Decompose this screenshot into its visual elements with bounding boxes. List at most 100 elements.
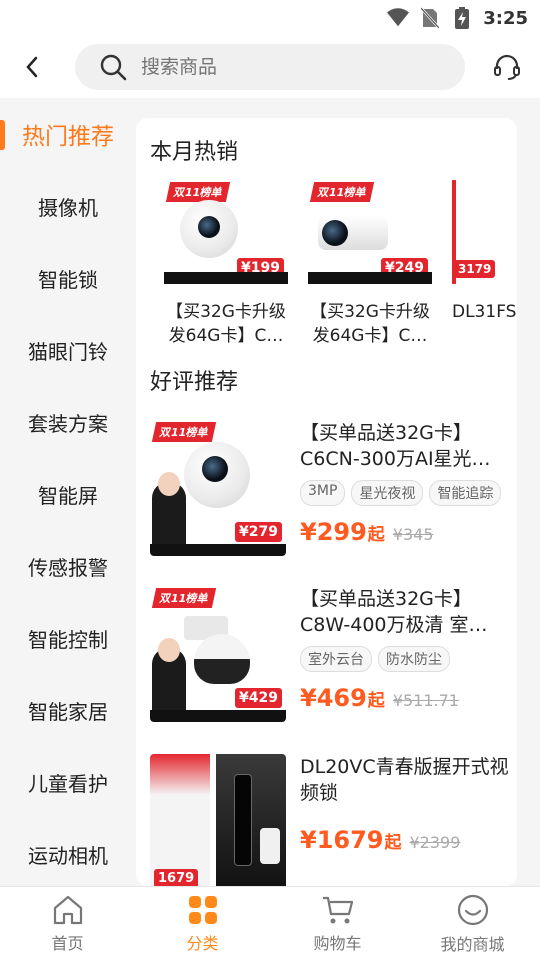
price-badge: 3179 xyxy=(454,260,496,278)
sidebar-item-camera[interactable]: 摄像机 xyxy=(0,170,136,242)
back-button[interactable] xyxy=(0,36,64,98)
nav-label: 首页 xyxy=(51,933,84,953)
sidebar-item-child-care[interactable]: 儿童看护 xyxy=(0,746,136,818)
ribbon-label: 双11榜单 xyxy=(151,588,217,608)
no-sim-icon xyxy=(419,7,441,29)
headset-icon xyxy=(494,54,520,80)
header xyxy=(0,36,540,98)
original-price: ¥345 xyxy=(392,525,434,544)
hot-row: 双11榜单 ¥199 【买32G卡升级发64G卡】C… 双11榜单 ¥249 【… xyxy=(136,180,517,348)
hot-section-title: 本月热销 xyxy=(150,140,239,165)
search-input[interactable] xyxy=(141,56,421,78)
image-strip xyxy=(150,710,286,722)
original-price: ¥2399 xyxy=(409,833,461,852)
sidebar-item-doorbell[interactable]: 猫眼门铃 xyxy=(0,314,136,386)
price-row: ¥1679 起 ¥2399 xyxy=(300,826,515,854)
nav-label: 分类 xyxy=(186,933,219,953)
ribbon-label: 双11榜单 xyxy=(165,182,231,202)
product-name: DL20VC青春版握开式视频锁 xyxy=(300,756,509,804)
camera-lens xyxy=(198,216,220,238)
product-card[interactable]: 双11榜单 ¥279 【买单品送32G卡】C6CN-300万AI星光… 3MP … xyxy=(150,420,517,556)
sidebar-item-hot[interactable]: 热门推荐 xyxy=(0,98,136,170)
nav-home[interactable]: 首页 xyxy=(0,887,135,960)
tag: 智能追踪 xyxy=(429,480,502,506)
camera-lens xyxy=(202,456,228,482)
price: ¥299 xyxy=(300,518,367,546)
price-row: ¥469 起 ¥511.71 xyxy=(300,684,515,712)
product-info: 【买单品送32G卡】C8W-400万极清 室… 室外云台 防水防尘 ¥469 起… xyxy=(300,586,515,722)
product-image: 双11榜单 ¥429 xyxy=(150,586,286,722)
status-bar: 3:25 xyxy=(0,0,540,36)
sidebar-item-bundle[interactable]: 套装方案 xyxy=(0,386,136,458)
wifi-icon xyxy=(387,7,410,29)
customer-service-button[interactable] xyxy=(481,41,533,93)
image-strip xyxy=(150,544,286,556)
price: ¥1679 xyxy=(300,826,384,854)
profile-icon xyxy=(457,894,488,925)
image-strip xyxy=(164,272,288,284)
sidebar-item-action-cam[interactable]: 运动相机 xyxy=(0,818,136,886)
nav-label: 购物车 xyxy=(313,933,362,953)
category-icon xyxy=(188,895,217,924)
tag: 室外云台 xyxy=(300,646,372,672)
sidebar-item-smart-home[interactable]: 智能家居 xyxy=(0,674,136,746)
tag-list: 3MP 星光夜视 智能追踪 xyxy=(300,480,515,506)
image-strip xyxy=(308,272,432,284)
nav-category[interactable]: 分类 xyxy=(135,887,270,960)
hot-item[interactable]: 3179 DL31FS版/专业 xyxy=(452,180,517,348)
product-name: 【买单品送32G卡】C6CN-300万AI星光… xyxy=(300,422,491,470)
chevron-left-icon xyxy=(26,56,38,78)
price-row: ¥299 起 ¥345 xyxy=(300,518,515,546)
tag: 防水防尘 xyxy=(378,646,450,672)
tag: 星光夜视 xyxy=(351,480,424,506)
hot-item[interactable]: 双11榜单 ¥249 【买32G卡升级发64G卡】C… xyxy=(308,180,432,348)
price-suffix: 起 xyxy=(367,691,385,711)
phone-mock xyxy=(260,828,280,864)
sidebar-item-smart-control[interactable]: 智能控制 xyxy=(0,602,136,674)
sidebar-item-smart-screen[interactable]: 智能屏 xyxy=(0,458,136,530)
poster-panel xyxy=(150,754,210,886)
ribbon-label: 双11榜单 xyxy=(309,182,375,202)
nav-label: 我的商城 xyxy=(440,934,505,954)
product-image: 双11榜单 ¥249 xyxy=(308,180,432,284)
camera-body xyxy=(194,634,250,684)
price-suffix: 起 xyxy=(367,525,385,545)
person-face xyxy=(158,638,180,662)
lock-device xyxy=(234,774,252,866)
person-face xyxy=(158,472,180,496)
ribbon-label: 双11榜单 xyxy=(151,422,217,442)
search-bar[interactable] xyxy=(75,44,465,90)
nav-profile[interactable]: 我的商城 xyxy=(405,887,540,960)
product-name: 【买32G卡升级发64G卡】C… xyxy=(310,302,430,346)
product-image: 1679 xyxy=(150,754,286,886)
product-name: DL31FS版/专业 xyxy=(452,302,517,322)
price-badge: ¥429 xyxy=(235,688,282,708)
product-card[interactable]: 双11榜单 ¥429 【买单品送32G卡】C8W-400万极清 室… 室外云台 … xyxy=(150,586,517,722)
nav-cart[interactable]: 购物车 xyxy=(270,887,405,960)
hot-item[interactable]: 双11榜单 ¥199 【买32G卡升级发64G卡】C… xyxy=(164,180,288,348)
product-image: 双11榜单 ¥199 xyxy=(164,180,288,284)
price-badge: 1679 xyxy=(154,869,199,886)
original-price: ¥511.71 xyxy=(392,691,459,710)
tag: 3MP xyxy=(300,480,346,506)
product-name: 【买单品送32G卡】C8W-400万极清 室… xyxy=(300,588,488,636)
product-image: 3179 xyxy=(452,180,498,284)
cart-icon xyxy=(322,896,353,923)
price: ¥469 xyxy=(300,684,367,712)
price-suffix: 起 xyxy=(384,833,402,853)
camera-lens xyxy=(322,220,348,246)
product-card[interactable]: 1679 DL20VC青春版握开式视频锁 ¥1679 起 ¥2399 xyxy=(150,754,517,886)
home-icon xyxy=(53,895,82,924)
product-info: DL20VC青春版握开式视频锁 ¥1679 起 ¥2399 xyxy=(300,754,515,886)
sidebar-item-sensor[interactable]: 传感报警 xyxy=(0,530,136,602)
product-image: 双11榜单 ¥279 xyxy=(150,420,286,556)
search-icon xyxy=(100,54,127,81)
product-info: 【买单品送32G卡】C6CN-300万AI星光… 3MP 星光夜视 智能追踪 ¥… xyxy=(300,420,515,556)
product-name: 【买32G卡升级发64G卡】C… xyxy=(166,302,286,346)
price-badge: ¥279 xyxy=(235,522,282,542)
main-panel: 本月热销 双11榜单 ¥199 【买32G卡升级发64G卡】C… 双11榜单 ¥… xyxy=(136,118,517,886)
clock: 3:25 xyxy=(483,7,528,29)
sidebar-item-smart-lock[interactable]: 智能锁 xyxy=(0,242,136,314)
bottom-nav: 首页 分类 购物车 我的商城 xyxy=(0,886,540,960)
category-sidebar: 热门推荐 摄像机 智能锁 猫眼门铃 套装方案 智能屏 传感报警 智能控制 智能家… xyxy=(0,98,136,886)
